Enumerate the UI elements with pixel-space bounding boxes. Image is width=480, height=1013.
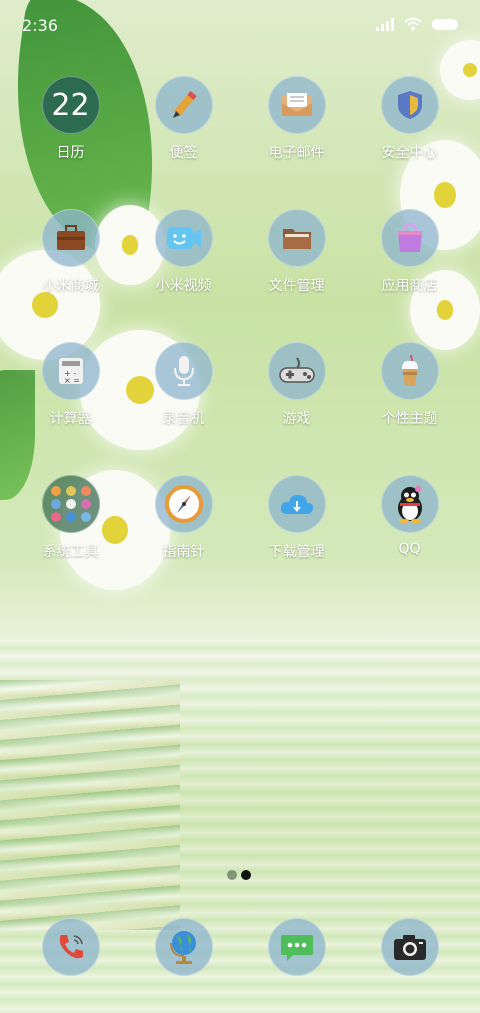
folder-grid-icon — [41, 475, 100, 533]
app-file-manager[interactable]: 文件管理 — [240, 209, 353, 295]
app-label: 系统工具 — [42, 544, 99, 560]
chat-bubble-icon — [267, 918, 326, 976]
calendar-icon: 22 — [41, 76, 100, 134]
app-label: 电子邮件 — [268, 145, 325, 161]
status-bar: 2:36 — [0, 0, 480, 52]
app-label: 安全中心 — [381, 145, 438, 161]
video-camera-icon — [154, 209, 213, 267]
app-app-store[interactable]: 应用商店 — [353, 209, 466, 295]
globe-icon — [154, 918, 213, 976]
dock-browser[interactable] — [127, 918, 240, 976]
app-mi-store[interactable]: 小米商城 — [14, 209, 127, 295]
app-themes[interactable]: 个性主题 — [353, 342, 466, 428]
app-qq[interactable]: QQ — [353, 475, 466, 557]
app-system-tools[interactable]: 系统工具 — [14, 475, 127, 561]
app-label: 个性主题 — [381, 411, 438, 427]
app-recorder[interactable]: 录音机 — [127, 342, 240, 428]
app-label: 应用商店 — [381, 278, 438, 294]
compass-icon — [154, 475, 213, 533]
status-time: 2:36 — [22, 16, 58, 35]
envelope-icon — [267, 76, 326, 134]
app-download-manager[interactable]: 下载管理 — [240, 475, 353, 561]
app-label: 文件管理 — [268, 278, 325, 294]
briefcase-icon — [41, 209, 100, 267]
app-label: 游戏 — [282, 411, 311, 427]
app-label: 计算器 — [49, 411, 92, 427]
calendar-day: 22 — [51, 87, 90, 123]
dock-camera[interactable] — [353, 918, 466, 976]
phone-icon — [41, 918, 100, 976]
shopping-bag-icon — [380, 209, 439, 267]
app-security[interactable]: 安全中心 — [353, 76, 466, 162]
app-label: 日历 — [56, 145, 85, 161]
cloud-download-icon — [267, 475, 326, 533]
wifi-icon — [404, 17, 422, 31]
signal-icon — [376, 17, 394, 31]
calculator-icon: + - × = — [41, 342, 100, 400]
app-email[interactable]: 电子邮件 — [240, 76, 353, 162]
app-calendar[interactable]: 22 日历 — [14, 76, 127, 162]
ice-cream-icon — [380, 342, 439, 400]
folder-icon — [267, 209, 326, 267]
app-label: 录音机 — [162, 411, 205, 427]
penguin-icon — [380, 475, 439, 533]
app-label: 指南针 — [162, 544, 205, 560]
app-compass[interactable]: 指南针 — [127, 475, 240, 561]
app-label: 下载管理 — [268, 544, 325, 560]
app-games[interactable]: 游戏 — [240, 342, 353, 428]
dock-messages[interactable] — [240, 918, 353, 976]
microphone-icon — [154, 342, 213, 400]
page-dot[interactable] — [227, 870, 237, 880]
pencil-icon — [154, 76, 213, 134]
app-label: 便签 — [169, 145, 198, 161]
shield-icon — [380, 76, 439, 134]
camera-icon — [380, 918, 439, 976]
page-indicator — [227, 870, 251, 880]
battery-icon — [432, 18, 458, 30]
app-label: 小米商城 — [42, 278, 99, 294]
app-notes[interactable]: 便签 — [127, 76, 240, 162]
app-calculator[interactable]: + - × = 计算器 — [14, 342, 127, 428]
app-mi-video[interactable]: 小米视频 — [127, 209, 240, 295]
app-label: 小米视频 — [155, 278, 212, 294]
app-label: QQ — [398, 541, 421, 557]
svg-text:× =: × = — [64, 376, 80, 385]
gamepad-icon — [267, 342, 326, 400]
dock-phone[interactable] — [14, 918, 127, 976]
page-dot-active[interactable] — [241, 870, 251, 880]
